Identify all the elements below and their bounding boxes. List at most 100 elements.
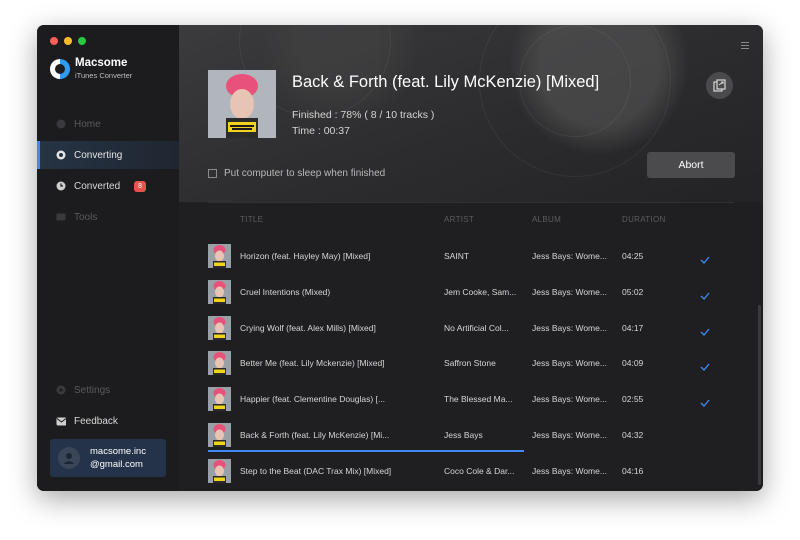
- track-cover: [208, 387, 231, 412]
- app-window: Macsome iTunes Converter Home Converting…: [37, 25, 763, 491]
- track-artist: Jem Cooke, Sam...: [444, 286, 517, 297]
- track-artist: Saffron Stone: [444, 358, 496, 369]
- converting-icon: [56, 150, 66, 160]
- track-title: Step to the Beat (DAC Trax Mix) [Mixed]: [240, 465, 392, 476]
- app-subtitle: iTunes Converter: [75, 71, 133, 80]
- table-row[interactable]: Horizon (feat. Hayley May) [Mixed] SAINT J…: [208, 239, 734, 274]
- track-duration: 04:16: [622, 465, 644, 476]
- track-duration: 04:32: [622, 430, 644, 440]
- track-title: Horizon (feat. Hayley May) [Mixed]: [240, 251, 371, 261]
- conversion-status: Finished : 78% ( 8 / 10 tracks ): [292, 109, 435, 121]
- sidebar: Macsome iTunes Converter Home Converting…: [37, 25, 179, 491]
- window-controls: [50, 37, 86, 45]
- elapsed-time: Time : 00:37: [292, 125, 350, 137]
- track-title: Cruel Intentions (Mixed): [240, 286, 331, 297]
- checkmark-icon: [700, 323, 710, 341]
- track-cover: [208, 458, 231, 483]
- track-cover: [208, 423, 231, 447]
- track-artist: Coco Cole & Dar...: [444, 465, 515, 476]
- main-panel: Back & Forth (feat. Lily McKenzie) [Mixe…: [179, 25, 763, 491]
- home-icon: [56, 119, 66, 129]
- table-row[interactable]: Crying Wolf (feat. Alex Mills) [Mixed] No…: [208, 311, 734, 346]
- minimize-window-button[interactable]: [64, 37, 72, 45]
- sidebar-item-label: Settings: [74, 384, 111, 396]
- sidebar-item-home[interactable]: Home: [37, 110, 179, 138]
- sidebar-item-label: Feedback: [74, 415, 118, 427]
- track-duration: 05:02: [622, 286, 644, 297]
- column-title[interactable]: TITLE: [240, 215, 263, 224]
- track-title: Happier (feat. Clementine Douglas) [...: [240, 394, 386, 405]
- sidebar-item-feedback[interactable]: Feedback: [37, 407, 179, 435]
- clock-icon: [56, 181, 66, 191]
- sidebar-item-tools[interactable]: Tools: [37, 203, 179, 231]
- track-progress-bar: [208, 450, 524, 452]
- abort-button[interactable]: Abort: [647, 152, 735, 178]
- column-artist[interactable]: ARTIST: [444, 215, 474, 224]
- table-row[interactable]: Back & Forth (feat. Lily McKenzie) [Mi..…: [208, 418, 734, 453]
- track-cover: [208, 279, 231, 304]
- track-title: Crying Wolf (feat. Alex Mills) [Mixed]: [240, 322, 376, 333]
- table-row[interactable]: Better Me (feat. Lily Mckenzie) [Mixed] S…: [208, 346, 734, 381]
- sidebar-item-label: Converting: [74, 149, 123, 161]
- track-cover: [208, 315, 231, 340]
- track-cover: [208, 351, 231, 376]
- gear-icon: [56, 385, 66, 395]
- track-artist: Jess Bays: [444, 430, 483, 440]
- user-icon: [63, 453, 75, 464]
- track-album: Jess Bays: Wome...: [532, 358, 607, 369]
- sidebar-item-converted[interactable]: Converted 8: [37, 172, 179, 200]
- app-logo-icon: [50, 59, 70, 79]
- track-title: Better Me (feat. Lily Mckenzie) [Mixed]: [240, 358, 385, 369]
- table-row[interactable]: Cruel Intentions (Mixed) Jem Cooke, Sam..…: [208, 275, 734, 310]
- checkmark-icon: [700, 287, 710, 305]
- track-artist: No Artificial Col...: [444, 322, 509, 333]
- track-album: Jess Bays: Wome...: [532, 286, 607, 297]
- track-album: Jess Bays: Wome...: [532, 465, 607, 476]
- column-album[interactable]: ALBUM: [532, 215, 561, 224]
- table-row[interactable]: Happier (feat. Clementine Douglas) [... T…: [208, 382, 734, 417]
- table-row[interactable]: Step to the Beat (DAC Trax Mix) [Mixed] C…: [208, 454, 734, 489]
- tools-icon: [56, 212, 66, 222]
- sleep-checkbox[interactable]: [208, 169, 217, 178]
- mail-icon: [56, 416, 66, 426]
- track-duration: 04:25: [622, 251, 644, 261]
- track-album: Jess Bays: Wome...: [532, 251, 607, 261]
- sidebar-item-converting[interactable]: Converting: [37, 141, 179, 169]
- track-duration: 02:55: [622, 394, 644, 405]
- column-duration[interactable]: DURATION: [622, 215, 666, 224]
- track-cover: [208, 244, 231, 268]
- close-window-button[interactable]: [50, 37, 58, 45]
- album-cover: [208, 70, 276, 138]
- scrollbar[interactable]: [758, 305, 761, 485]
- track-duration: 04:09: [622, 358, 644, 369]
- track-duration: 04:17: [622, 322, 644, 333]
- account-email-line1: macsome.inc: [90, 446, 146, 457]
- track-artist: The Blessed Ma...: [444, 394, 513, 405]
- track-album: Jess Bays: Wome...: [532, 430, 607, 440]
- now-converting-header: Back & Forth (feat. Lily McKenzie) [Mixe…: [179, 25, 763, 202]
- now-converting-title: Back & Forth (feat. Lily McKenzie) [Mixe…: [292, 73, 600, 91]
- app-name: Macsome: [75, 57, 128, 69]
- menu-icon[interactable]: [741, 36, 749, 54]
- checkmark-icon: [700, 394, 710, 412]
- sidebar-item-settings[interactable]: Settings: [37, 376, 179, 404]
- account-panel[interactable]: macsome.inc @gmail.com: [50, 439, 166, 477]
- checkmark-icon: [700, 251, 710, 269]
- track-album: Jess Bays: Wome...: [532, 394, 607, 405]
- sidebar-item-label: Home: [74, 118, 101, 130]
- converted-count-badge: 8: [134, 180, 147, 192]
- sidebar-item-label: Converted: [74, 180, 121, 192]
- track-album: Jess Bays: Wome...: [532, 322, 607, 333]
- checkmark-icon: [700, 358, 710, 376]
- sleep-label: Put computer to sleep when finished: [224, 168, 386, 179]
- table-header: TITLE ARTIST ALBUM DURATION: [208, 202, 734, 235]
- export-button[interactable]: [706, 72, 733, 99]
- app-brand: Macsome iTunes Converter: [50, 57, 132, 81]
- zoom-window-button[interactable]: [78, 37, 86, 45]
- export-icon: [713, 79, 726, 92]
- track-title: Back & Forth (feat. Lily McKenzie) [Mi..…: [240, 430, 390, 440]
- sidebar-item-label: Tools: [74, 211, 98, 223]
- account-email-line2: @gmail.com: [90, 459, 143, 470]
- sleep-option[interactable]: Put computer to sleep when finished: [208, 168, 385, 179]
- track-artist: SAINT: [444, 251, 470, 261]
